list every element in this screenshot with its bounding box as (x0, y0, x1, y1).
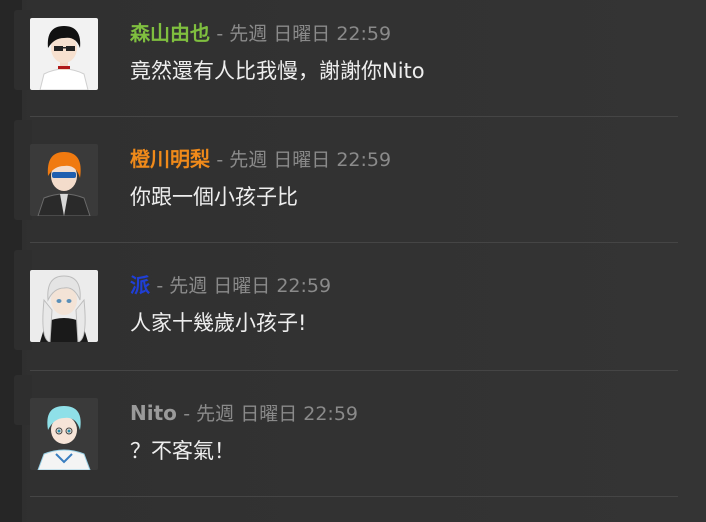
message-timestamp: - 先週 日曜日 22:59 (216, 149, 392, 171)
message-header: Nito - 先週 日曜日 22:59 (130, 400, 358, 427)
chat-message[interactable]: 派 - 先週 日曜日 22:59 人家十幾歲小孩子! (30, 252, 678, 360)
avatar[interactable] (30, 270, 98, 342)
message-timestamp: - 先週 日曜日 22:59 (156, 275, 332, 297)
author-name[interactable]: 派 (130, 273, 150, 297)
message-text: 你跟一個小孩子比 (130, 185, 298, 209)
author-name[interactable]: Nito (130, 401, 177, 425)
message-text: 人家十幾歲小孩子! (130, 311, 307, 335)
message-text: ？不客氣！ (130, 439, 235, 463)
message-text: 竟然還有人比我慢，謝謝你Nito (130, 59, 425, 83)
avatar[interactable] (30, 18, 98, 90)
message-timestamp: - 先週 日曜日 22:59 (183, 403, 358, 425)
avatar[interactable] (30, 398, 98, 470)
message-divider (30, 242, 678, 243)
chat-message[interactable]: 橙川明梨 - 先週 日曜日 22:59 你跟一個小孩子比 (30, 126, 678, 234)
author-name[interactable]: 森山由也 (130, 21, 210, 45)
message-divider (30, 370, 678, 371)
message-header: 橙川明梨 - 先週 日曜日 22:59 (130, 146, 391, 173)
message-list[interactable]: 森山由也 - 先週 日曜日 22:59 竟然還有人比我慢，謝謝你Nito 橙川明… (0, 0, 706, 522)
message-header: 森山由也 - 先週 日曜日 22:59 (130, 20, 391, 47)
author-name[interactable]: 橙川明梨 (130, 147, 210, 171)
message-header: 派 - 先週 日曜日 22:59 (130, 272, 331, 299)
chat-message[interactable]: Nito - 先週 日曜日 22:59 ？不客氣！ (30, 380, 678, 488)
message-divider (30, 496, 678, 497)
message-timestamp: - 先週 日曜日 22:59 (216, 23, 392, 45)
avatar[interactable] (30, 144, 98, 216)
message-divider (30, 116, 678, 117)
chat-message[interactable]: 森山由也 - 先週 日曜日 22:59 竟然還有人比我慢，謝謝你Nito (30, 0, 678, 108)
